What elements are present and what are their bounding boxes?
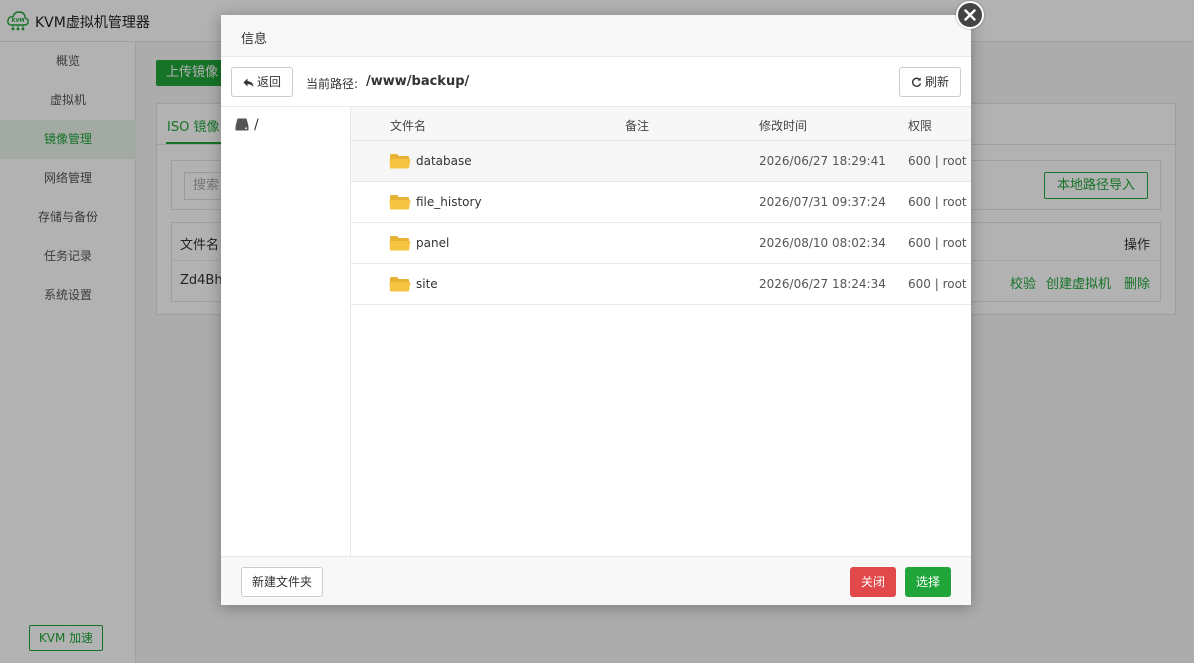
folder-icon bbox=[389, 236, 411, 251]
file-row[interactable]: database 2026/06/27 18:29:41 600 | root bbox=[351, 141, 971, 182]
tree-root-label: / bbox=[254, 117, 259, 133]
file-picker-dialog: 信息 返回 当前路径: /www/backup/ 刷新 / 文件名 备注 修改时… bbox=[221, 15, 971, 605]
file-name: site bbox=[416, 277, 438, 291]
tree-root-item[interactable]: / bbox=[235, 117, 259, 133]
refresh-label: 刷新 bbox=[924, 75, 949, 89]
dialog-close-icon[interactable] bbox=[956, 1, 984, 29]
drive-icon bbox=[235, 118, 249, 131]
file-row[interactable]: site 2026/06/27 18:24:34 600 | root bbox=[351, 264, 971, 305]
path-toolbar: 返回 当前路径: /www/backup/ 刷新 bbox=[221, 57, 971, 107]
file-permission: 600 | root bbox=[908, 195, 967, 209]
file-list-header: 文件名 备注 修改时间 权限 bbox=[351, 107, 971, 141]
new-folder-button[interactable]: 新建文件夹 bbox=[241, 567, 323, 597]
close-x-icon bbox=[964, 9, 976, 21]
dialog-footer: 新建文件夹 关闭 选择 bbox=[221, 556, 971, 605]
current-path-value: /www/backup/ bbox=[366, 74, 470, 89]
folder-icon bbox=[389, 277, 411, 292]
file-row[interactable]: file_history 2026/07/31 09:37:24 600 | r… bbox=[351, 182, 971, 223]
select-button[interactable]: 选择 bbox=[905, 567, 951, 597]
file-row[interactable]: panel 2026/08/10 08:02:34 600 | root bbox=[351, 223, 971, 264]
refresh-icon bbox=[911, 77, 922, 87]
folder-icon bbox=[389, 154, 411, 169]
column-header-note: 备注 bbox=[625, 119, 650, 133]
directory-tree: / bbox=[221, 107, 351, 556]
back-button[interactable]: 返回 bbox=[231, 67, 293, 97]
file-mtime: 2026/06/27 18:29:41 bbox=[759, 154, 886, 168]
file-mtime: 2026/08/10 08:02:34 bbox=[759, 236, 886, 250]
file-name: database bbox=[416, 154, 472, 168]
file-permission: 600 | root bbox=[908, 236, 967, 250]
file-mtime: 2026/07/31 09:37:24 bbox=[759, 195, 886, 209]
refresh-button[interactable]: 刷新 bbox=[899, 67, 961, 97]
dialog-title: 信息 bbox=[241, 32, 268, 47]
back-arrow-icon bbox=[243, 78, 254, 87]
file-name: panel bbox=[416, 236, 450, 250]
column-header-name[interactable]: 文件名 bbox=[390, 117, 426, 134]
back-label: 返回 bbox=[256, 75, 281, 89]
current-path-label: 当前路径: bbox=[306, 77, 359, 91]
column-header-mtime[interactable]: 修改时间 bbox=[759, 117, 807, 134]
file-mtime: 2026/06/27 18:24:34 bbox=[759, 277, 886, 291]
column-header-permission: 权限 bbox=[908, 119, 933, 133]
file-permission: 600 | root bbox=[908, 154, 967, 168]
dialog-header: 信息 bbox=[221, 15, 971, 57]
folder-icon bbox=[389, 195, 411, 210]
close-button[interactable]: 关闭 bbox=[850, 567, 896, 597]
file-name: file_history bbox=[416, 195, 482, 209]
file-permission: 600 | root bbox=[908, 277, 967, 291]
file-list: 文件名 备注 修改时间 权限 database 2026/06/27 18:29… bbox=[351, 107, 971, 556]
